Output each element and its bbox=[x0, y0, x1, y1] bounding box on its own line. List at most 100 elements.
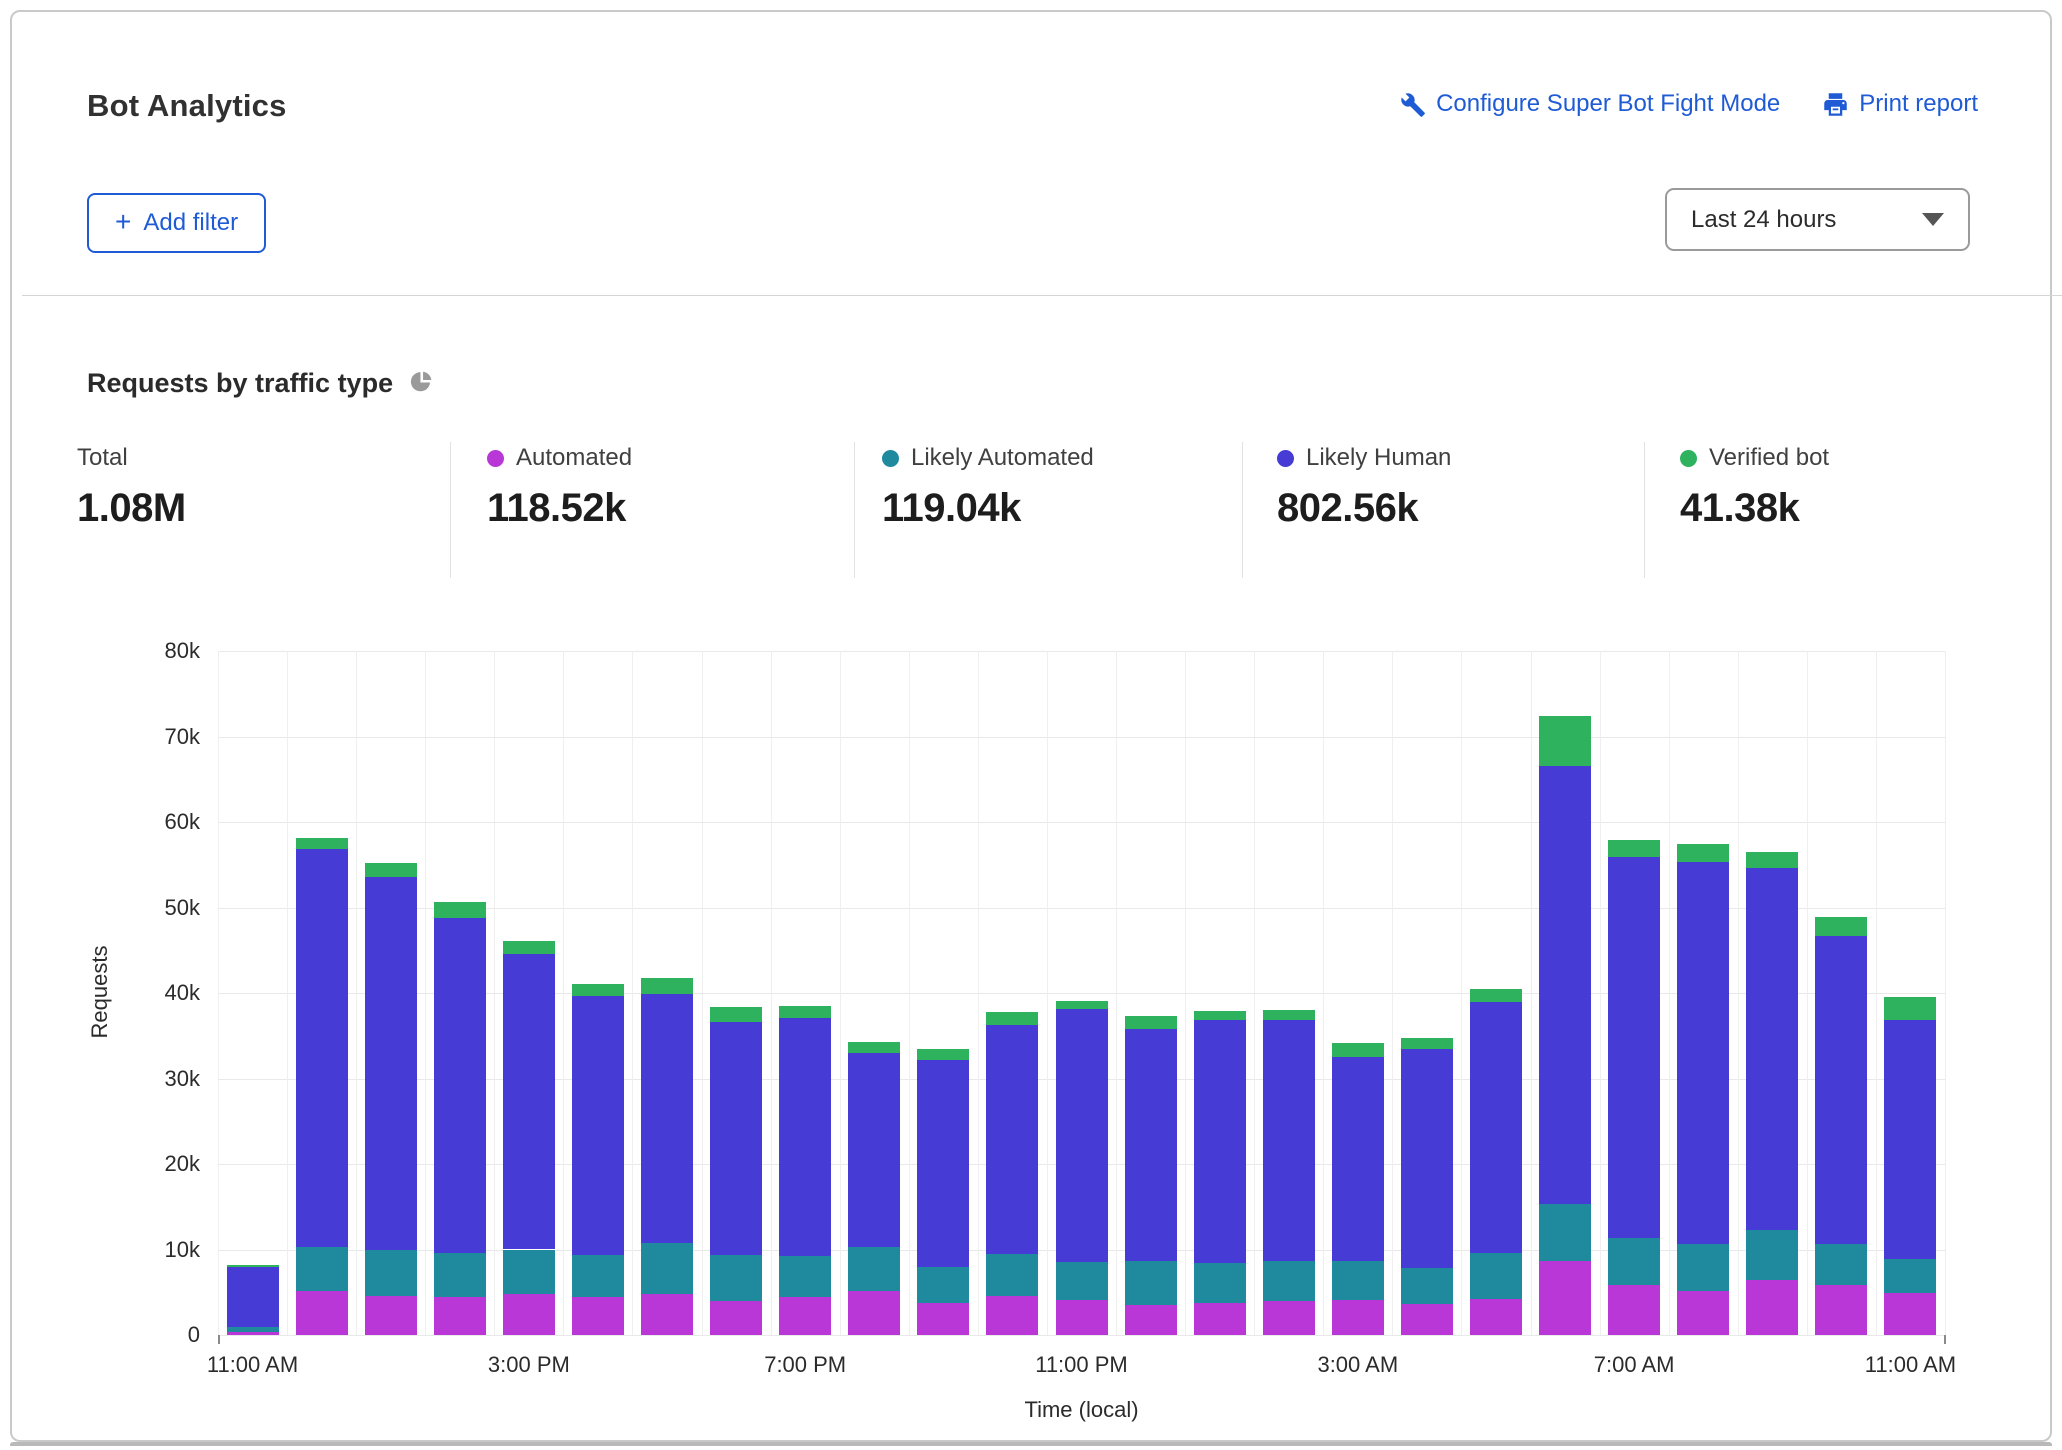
bar-segment-likely-human[interactable] bbox=[227, 1267, 279, 1327]
bar-segment-likely-automated[interactable] bbox=[227, 1327, 279, 1332]
bar-segment-likely-human[interactable] bbox=[1056, 1009, 1108, 1262]
bar-segment-likely-human[interactable] bbox=[848, 1053, 900, 1247]
bar-segment-likely-human[interactable] bbox=[1401, 1049, 1453, 1268]
bar-segment-likely-human[interactable] bbox=[986, 1025, 1038, 1253]
bar-segment-automated[interactable] bbox=[1194, 1303, 1246, 1335]
bar-segment-likely-automated[interactable] bbox=[434, 1253, 486, 1297]
bar-segment-likely-human[interactable] bbox=[296, 849, 348, 1247]
bar-segment-verified-bot[interactable] bbox=[779, 1006, 831, 1018]
bar-segment-automated[interactable] bbox=[641, 1294, 693, 1335]
bar-segment-verified-bot[interactable] bbox=[917, 1049, 969, 1059]
bar-segment-likely-automated[interactable] bbox=[986, 1254, 1038, 1296]
bar-segment-likely-human[interactable] bbox=[1677, 862, 1729, 1244]
bar-segment-likely-automated[interactable] bbox=[1677, 1244, 1729, 1290]
bar-segment-likely-automated[interactable] bbox=[1815, 1244, 1867, 1286]
bar-segment-likely-automated[interactable] bbox=[848, 1247, 900, 1291]
bar-segment-automated[interactable] bbox=[365, 1296, 417, 1335]
bar-segment-likely-automated[interactable] bbox=[779, 1256, 831, 1297]
bar-segment-verified-bot[interactable] bbox=[1815, 917, 1867, 936]
bar-segment-verified-bot[interactable] bbox=[1056, 1001, 1108, 1010]
bar-segment-likely-automated[interactable] bbox=[1539, 1204, 1591, 1261]
bar-segment-automated[interactable] bbox=[1884, 1293, 1936, 1335]
bar-segment-likely-human[interactable] bbox=[1125, 1029, 1177, 1261]
bar-segment-verified-bot[interactable] bbox=[1125, 1016, 1177, 1029]
bar-segment-verified-bot[interactable] bbox=[1677, 844, 1729, 862]
bar-segment-verified-bot[interactable] bbox=[1194, 1011, 1246, 1020]
bar-segment-automated[interactable] bbox=[503, 1294, 555, 1335]
bar-segment-verified-bot[interactable] bbox=[572, 984, 624, 997]
bar-segment-likely-automated[interactable] bbox=[710, 1255, 762, 1301]
bar-segment-verified-bot[interactable] bbox=[1746, 852, 1798, 868]
bar-segment-likely-human[interactable] bbox=[1608, 857, 1660, 1237]
bar-segment-likely-automated[interactable] bbox=[296, 1247, 348, 1291]
bar-segment-likely-human[interactable] bbox=[1194, 1020, 1246, 1263]
bar-segment-likely-human[interactable] bbox=[434, 918, 486, 1253]
bar-segment-automated[interactable] bbox=[227, 1332, 279, 1335]
bar-segment-likely-automated[interactable] bbox=[365, 1250, 417, 1295]
bar-segment-likely-automated[interactable] bbox=[1884, 1259, 1936, 1293]
bar-segment-automated[interactable] bbox=[986, 1296, 1038, 1335]
bar-segment-likely-automated[interactable] bbox=[1056, 1262, 1108, 1300]
bar-segment-automated[interactable] bbox=[779, 1297, 831, 1335]
bar-segment-likely-automated[interactable] bbox=[917, 1267, 969, 1303]
bar-segment-automated[interactable] bbox=[434, 1297, 486, 1335]
bar-segment-likely-human[interactable] bbox=[779, 1018, 831, 1257]
bar-segment-verified-bot[interactable] bbox=[1539, 716, 1591, 766]
bar-segment-likely-automated[interactable] bbox=[1194, 1263, 1246, 1302]
bar-segment-likely-human[interactable] bbox=[1746, 868, 1798, 1230]
bar-segment-automated[interactable] bbox=[1746, 1280, 1798, 1335]
bar-segment-verified-bot[interactable] bbox=[296, 838, 348, 849]
bar-segment-likely-automated[interactable] bbox=[1401, 1268, 1453, 1304]
bar-segment-likely-human[interactable] bbox=[710, 1022, 762, 1255]
bar-segment-likely-automated[interactable] bbox=[641, 1243, 693, 1294]
bar-segment-verified-bot[interactable] bbox=[986, 1012, 1038, 1026]
bar-segment-verified-bot[interactable] bbox=[1263, 1010, 1315, 1020]
bar-segment-automated[interactable] bbox=[1539, 1261, 1591, 1335]
bar-segment-automated[interactable] bbox=[1056, 1300, 1108, 1335]
bar-segment-likely-human[interactable] bbox=[1539, 766, 1591, 1204]
bar-segment-likely-automated[interactable] bbox=[503, 1250, 555, 1294]
bar-segment-likely-automated[interactable] bbox=[1263, 1261, 1315, 1301]
bar-segment-automated[interactable] bbox=[1125, 1305, 1177, 1335]
bar-segment-likely-automated[interactable] bbox=[1608, 1238, 1660, 1285]
bar-segment-likely-human[interactable] bbox=[1470, 1002, 1522, 1253]
bar-segment-automated[interactable] bbox=[1815, 1285, 1867, 1335]
bar-segment-likely-human[interactable] bbox=[572, 996, 624, 1254]
bar-segment-verified-bot[interactable] bbox=[710, 1007, 762, 1022]
bar-segment-likely-automated[interactable] bbox=[572, 1255, 624, 1298]
bar-segment-likely-human[interactable] bbox=[917, 1060, 969, 1268]
bar-segment-verified-bot[interactable] bbox=[1884, 997, 1936, 1020]
bar-segment-verified-bot[interactable] bbox=[641, 978, 693, 993]
bar-segment-verified-bot[interactable] bbox=[434, 902, 486, 918]
bar-segment-automated[interactable] bbox=[848, 1291, 900, 1335]
bar-segment-likely-human[interactable] bbox=[365, 877, 417, 1251]
bar-segment-automated[interactable] bbox=[1263, 1301, 1315, 1335]
bar-segment-verified-bot[interactable] bbox=[1608, 840, 1660, 857]
bar-segment-verified-bot[interactable] bbox=[503, 941, 555, 954]
bar-segment-verified-bot[interactable] bbox=[848, 1042, 900, 1053]
bar-segment-automated[interactable] bbox=[1677, 1291, 1729, 1335]
bar-segment-automated[interactable] bbox=[917, 1303, 969, 1335]
bar-segment-likely-human[interactable] bbox=[1263, 1020, 1315, 1260]
bar-segment-likely-human[interactable] bbox=[1884, 1020, 1936, 1259]
bar-segment-likely-automated[interactable] bbox=[1125, 1261, 1177, 1305]
bar-segment-likely-automated[interactable] bbox=[1332, 1261, 1384, 1300]
bar-segment-likely-human[interactable] bbox=[503, 954, 555, 1250]
bar-segment-likely-human[interactable] bbox=[1332, 1057, 1384, 1260]
bar-segment-automated[interactable] bbox=[710, 1301, 762, 1335]
bar-segment-likely-automated[interactable] bbox=[1470, 1253, 1522, 1299]
bar-segment-automated[interactable] bbox=[1332, 1300, 1384, 1335]
bar-segment-likely-automated[interactable] bbox=[1746, 1230, 1798, 1280]
bar-segment-likely-human[interactable] bbox=[1815, 936, 1867, 1244]
bar-segment-verified-bot[interactable] bbox=[227, 1265, 279, 1268]
bar-segment-verified-bot[interactable] bbox=[1332, 1043, 1384, 1057]
bar-segment-automated[interactable] bbox=[572, 1297, 624, 1335]
bar-segment-automated[interactable] bbox=[296, 1291, 348, 1335]
bar-segment-likely-human[interactable] bbox=[641, 994, 693, 1243]
bar-segment-automated[interactable] bbox=[1608, 1285, 1660, 1335]
bar-segment-automated[interactable] bbox=[1470, 1299, 1522, 1335]
bar-segment-verified-bot[interactable] bbox=[1401, 1038, 1453, 1049]
bar-segment-automated[interactable] bbox=[1401, 1304, 1453, 1335]
bar-segment-verified-bot[interactable] bbox=[365, 863, 417, 877]
bar-segment-verified-bot[interactable] bbox=[1470, 989, 1522, 1002]
